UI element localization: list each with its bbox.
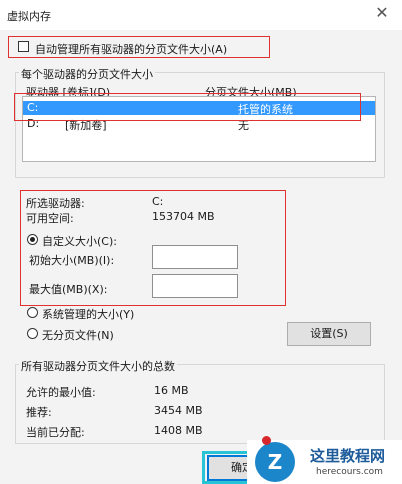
system-managed-radio[interactable] <box>27 307 38 318</box>
no-paging-label: 无分页文件(N) <box>42 329 114 342</box>
watermark-logo-icon: Z <box>255 442 295 482</box>
watermark-title: 这里教程网 <box>310 447 386 465</box>
set-button[interactable]: 设置(S) <box>287 322 371 346</box>
watermark-logo-letter: Z <box>267 450 283 474</box>
window-title: 虚拟内存 <box>7 10 51 23</box>
recommended-value: 3454 MB <box>154 404 203 417</box>
selected-drive-value: C: <box>152 195 164 208</box>
watermark-url: herecours.com <box>316 467 383 477</box>
custom-size-radio[interactable] <box>27 234 38 245</box>
auto-manage-checkbox[interactable] <box>18 41 29 52</box>
min-label: 允许的最小值: <box>26 386 96 399</box>
free-space-label: 可用空间: <box>26 212 74 225</box>
watermark-dot-icon <box>262 436 271 445</box>
totals-legend: 所有驱动器分页文件大小的总数 <box>19 358 177 374</box>
title-bar <box>0 0 402 30</box>
auto-manage-label: 自动管理所有驱动器的分页文件大小(A) <box>35 43 228 56</box>
system-managed-label: 系统管理的大小(Y) <box>42 308 135 321</box>
drive-row-highlight <box>14 93 361 121</box>
min-value: 16 MB <box>154 384 189 397</box>
recommended-label: 推荐: <box>26 406 52 419</box>
max-size-label: 最大值(MB)(X): <box>29 283 108 296</box>
initial-size-input[interactable] <box>152 245 238 269</box>
free-space-value: 153704 MB <box>152 210 215 223</box>
max-size-input[interactable] <box>152 274 238 298</box>
custom-size-label: 自定义大小(C): <box>42 235 117 248</box>
drives-group-legend: 每个驱动器的分页文件大小 <box>19 66 155 82</box>
current-value: 1408 MB <box>154 424 203 437</box>
close-icon[interactable]: ✕ <box>372 3 392 23</box>
no-paging-radio[interactable] <box>27 328 38 339</box>
selected-drive-label: 所选驱动器: <box>26 197 85 210</box>
initial-size-label: 初始大小(MB)(I): <box>29 254 115 267</box>
current-label: 当前已分配: <box>26 426 85 439</box>
